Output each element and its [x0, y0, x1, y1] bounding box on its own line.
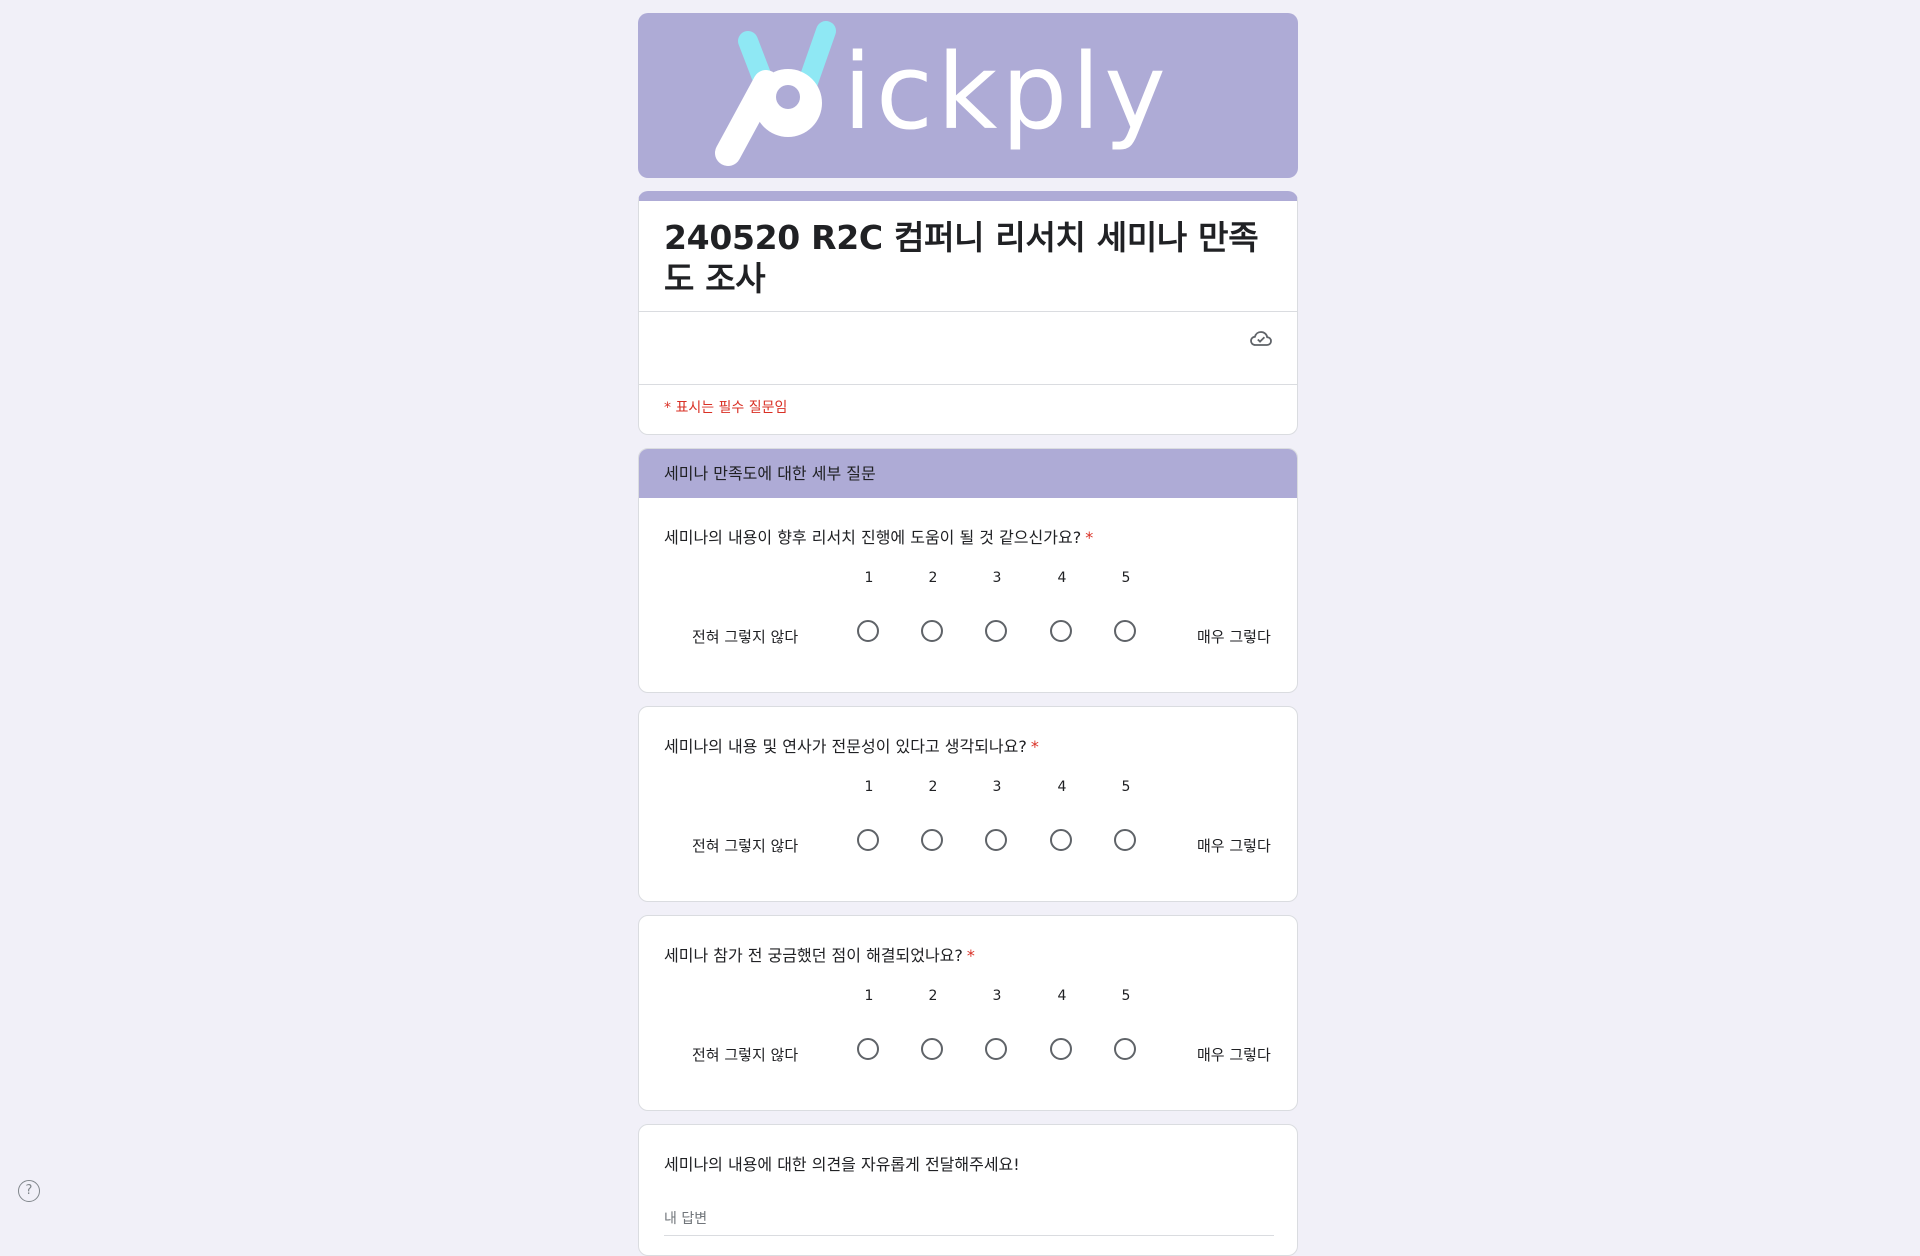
radio-option-4[interactable]: [1050, 829, 1072, 851]
scale-number-1: 1: [864, 988, 874, 1004]
question-3: 세미나 참가 전 궁금했던 점이 해결되었나요? * 전혀 그렇지 않다 1 2 …: [639, 916, 1297, 1110]
radio-option-2[interactable]: [921, 1038, 943, 1060]
scale-number-3: 3: [992, 570, 1002, 586]
scale-number-5: 5: [1121, 779, 1131, 795]
linear-scale: 전혀 그렇지 않다 1 2 3 4 5 매우 그렇다: [664, 759, 1272, 877]
radio-option-5[interactable]: [1114, 1038, 1136, 1060]
radio-option-2[interactable]: [921, 829, 943, 851]
required-asterisk: *: [966, 946, 975, 965]
question-title: 세미나 참가 전 궁금했던 점이 해결되었나요? *: [664, 946, 975, 965]
section-card: 세미나 만족도에 대한 세부 질문 세미나의 내용이 향후 리서치 진행에 도움…: [638, 448, 1298, 693]
scale-number-1: 1: [864, 570, 874, 586]
pickply-logo: ickply: [715, 21, 1170, 166]
scale-number-3: 3: [992, 988, 1002, 1004]
form-title-card: 240520 R2C 컴퍼니 리서치 세미나 만족도 조사 * 표시는 필수 질…: [638, 191, 1298, 435]
question-card-4: 세미나의 내용에 대한 의견을 자유롭게 전달해주세요!: [638, 1124, 1298, 1256]
scale-number-1: 1: [864, 779, 874, 795]
question-title: 세미나의 내용이 향후 리서치 진행에 도움이 될 것 같으신가요? *: [664, 528, 1094, 547]
account-row: [639, 311, 1297, 385]
radio-option-4[interactable]: [1050, 620, 1072, 642]
scale-high-label: 매우 그렇다: [1197, 628, 1271, 646]
radio-option-4[interactable]: [1050, 1038, 1072, 1060]
section-title: 세미나 만족도에 대한 세부 질문: [639, 449, 1297, 498]
scale-number-5: 5: [1121, 988, 1131, 1004]
scale-low-label: 전혀 그렇지 않다: [692, 837, 799, 855]
radio-option-2[interactable]: [921, 620, 943, 642]
linear-scale: 전혀 그렇지 않다 1 2 3 4 5 매우 그렇다: [664, 550, 1272, 668]
required-note: * 표시는 필수 질문임: [664, 400, 788, 416]
scale-low-label: 전혀 그렇지 않다: [692, 628, 799, 646]
scale-number-2: 2: [928, 988, 938, 1004]
scale-high-label: 매우 그렇다: [1197, 1046, 1271, 1064]
answer-input[interactable]: [664, 1207, 1274, 1236]
radio-option-5[interactable]: [1114, 620, 1136, 642]
form-title: 240520 R2C 컴퍼니 리서치 세미나 만족도 조사: [664, 218, 1259, 298]
question-1: 세미나의 내용이 향후 리서치 진행에 도움이 될 것 같으신가요? * 전혀 그…: [639, 498, 1297, 692]
form-column: ickply 240520 R2C 컴퍼니 리서치 세미나 만족도 조사 * 표…: [638, 13, 1298, 1256]
scale-high-label: 매우 그렇다: [1197, 837, 1271, 855]
scale-number-3: 3: [992, 779, 1002, 795]
question-card-2: 세미나의 내용 및 연사가 전문성이 있다고 생각되나요? * 전혀 그렇지 않다…: [638, 706, 1298, 902]
question-2: 세미나의 내용 및 연사가 전문성이 있다고 생각되나요? * 전혀 그렇지 않다…: [639, 707, 1297, 901]
header-banner: ickply: [638, 13, 1298, 178]
scale-number-4: 4: [1057, 779, 1067, 795]
radio-option-3[interactable]: [985, 1038, 1007, 1060]
radio-option-3[interactable]: [985, 620, 1007, 642]
cloud-saved-icon[interactable]: [1249, 326, 1273, 350]
question-card-3: 세미나 참가 전 궁금했던 점이 해결되었나요? * 전혀 그렇지 않다 1 2 …: [638, 915, 1298, 1111]
linear-scale: 전혀 그렇지 않다 1 2 3 4 5 매우 그렇다: [664, 968, 1272, 1086]
scale-number-4: 4: [1057, 988, 1067, 1004]
radio-option-1[interactable]: [857, 620, 879, 642]
scale-low-label: 전혀 그렇지 않다: [692, 1046, 799, 1064]
required-asterisk: *: [1085, 528, 1094, 547]
radio-option-1[interactable]: [857, 829, 879, 851]
logo-text: ickply: [843, 31, 1170, 153]
scale-number-2: 2: [928, 779, 938, 795]
radio-option-1[interactable]: [857, 1038, 879, 1060]
scale-number-2: 2: [928, 570, 938, 586]
radio-option-5[interactable]: [1114, 829, 1136, 851]
scale-number-5: 5: [1121, 570, 1131, 586]
question-4: 세미나의 내용에 대한 의견을 자유롭게 전달해주세요!: [639, 1125, 1297, 1255]
question-title: 세미나의 내용 및 연사가 전문성이 있다고 생각되나요? *: [664, 737, 1039, 756]
required-asterisk: *: [1030, 737, 1039, 756]
question-title: 세미나의 내용에 대한 의견을 자유롭게 전달해주세요!: [664, 1155, 1020, 1174]
radio-option-3[interactable]: [985, 829, 1007, 851]
help-icon[interactable]: ?: [18, 1180, 40, 1202]
scale-number-4: 4: [1057, 570, 1067, 586]
